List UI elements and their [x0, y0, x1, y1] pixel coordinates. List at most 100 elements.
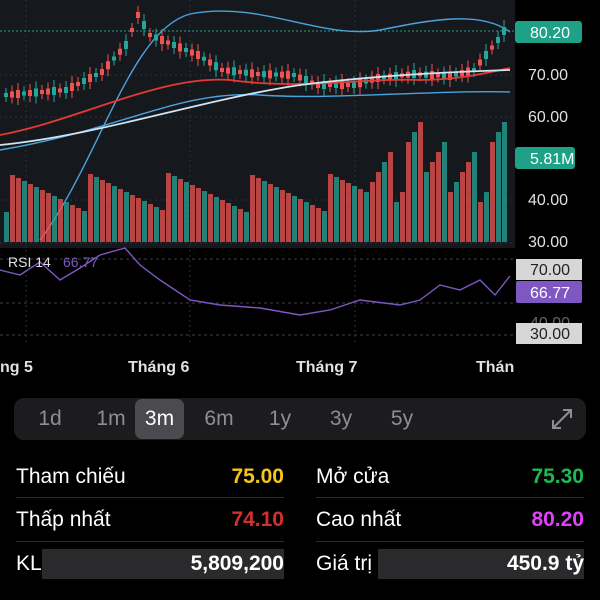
volume-bar — [10, 175, 15, 242]
candle-body — [268, 70, 272, 79]
timeframe-1d[interactable]: 1d — [28, 398, 72, 440]
volume-bar — [340, 180, 345, 242]
candle-body — [178, 43, 182, 52]
candle-body — [82, 78, 86, 84]
candle-body — [490, 45, 494, 50]
volume-bar — [442, 142, 447, 242]
stat-label: Tham chiếu — [16, 465, 126, 488]
volume-bar — [418, 122, 423, 242]
volume-bar — [64, 202, 69, 242]
candle-body — [118, 48, 122, 55]
candle-body — [214, 62, 218, 71]
timeframe-selector: 1d 1m 3m 6m 1y 3y 5y — [14, 398, 586, 440]
volume-bar — [268, 184, 273, 242]
stat-label: Mở cửa — [316, 465, 390, 488]
volume-bar — [46, 193, 51, 242]
candle-body — [40, 90, 44, 94]
volume-bar — [184, 182, 189, 242]
timeframe-1y[interactable]: 1y — [258, 398, 302, 440]
timeframe-3y[interactable]: 3y — [319, 398, 363, 440]
volume-bar — [166, 173, 171, 242]
stat-value: 75.00 — [231, 465, 284, 488]
volume-bar — [346, 183, 351, 242]
volume-bar — [106, 183, 111, 242]
volume-bar — [310, 205, 315, 242]
volume-bar — [322, 211, 327, 242]
volume-bar — [256, 178, 261, 242]
candle-body — [136, 12, 140, 18]
price-tick: 40.00 — [528, 192, 568, 209]
volume-bar — [334, 177, 339, 242]
timeframe-5y[interactable]: 5y — [380, 398, 424, 440]
candle-body — [460, 70, 464, 76]
candle-body — [94, 73, 98, 77]
stat-label: Thấp nhất — [16, 508, 111, 531]
volume-bar — [130, 195, 135, 242]
volume-bar — [250, 175, 255, 242]
candle-body — [166, 40, 170, 45]
volume-bar — [430, 162, 435, 242]
volume-bar — [292, 196, 297, 242]
candle-body — [22, 91, 26, 96]
volume-bar — [448, 192, 453, 242]
volume-bar — [40, 190, 45, 242]
volume-bar — [208, 194, 213, 242]
divider — [316, 497, 584, 498]
candle-body — [238, 70, 242, 74]
stat-value-traded: Giá trị 450.9 tỷ — [316, 544, 584, 584]
candle-body — [502, 27, 506, 35]
stat-open: Mở cửa 75.30 — [316, 457, 584, 497]
rsi-current-text: 66.77 — [530, 285, 570, 302]
volume-bar — [124, 192, 129, 242]
candle-body — [160, 36, 164, 44]
volume-bar — [52, 196, 57, 242]
stat-value: 74.10 — [231, 508, 284, 531]
volume-bar — [58, 199, 63, 242]
candle-body — [172, 42, 176, 48]
volume-bar — [472, 152, 477, 242]
expand-icon[interactable] — [550, 407, 574, 431]
volume-bar — [220, 200, 225, 242]
volume-bar — [214, 197, 219, 242]
volume-bar — [298, 199, 303, 242]
volume-bar — [148, 204, 153, 242]
candle-body — [16, 90, 20, 98]
volume-bar — [196, 188, 201, 242]
volume-bar — [244, 212, 249, 242]
stats-panel: Tham chiếu 75.00 Thấp nhất 74.10 KL 5,80… — [0, 455, 600, 600]
candle-body — [352, 82, 356, 88]
timeframe-6m[interactable]: 6m — [197, 398, 241, 440]
candle-body — [298, 74, 302, 81]
volume-bar — [436, 152, 441, 242]
stat-high: Cao nhất 80.20 — [316, 500, 584, 540]
candle-body — [280, 71, 284, 78]
volume-bar — [370, 182, 375, 242]
candle-body — [250, 69, 254, 78]
divider — [316, 541, 584, 542]
rsi-label: RSI 14 — [8, 254, 51, 270]
volume-bar — [262, 181, 267, 242]
candle-body — [28, 90, 32, 96]
volume-bar — [112, 186, 117, 242]
volume-bar — [118, 189, 123, 242]
stock-chart[interactable]: 70.00 60.00 40.00 30.00 80.20 5.81M RSI … — [0, 0, 600, 385]
candle-body — [142, 21, 146, 29]
volume-bar — [160, 210, 165, 242]
timeframe-3m[interactable]: 3m — [135, 399, 184, 439]
candle-body — [112, 56, 116, 61]
candle-body — [346, 83, 350, 87]
volume-bar — [316, 208, 321, 242]
stat-reference: Tham chiếu 75.00 — [16, 457, 284, 497]
timeframe-1m[interactable]: 1m — [89, 398, 133, 440]
divider — [16, 541, 284, 542]
month-label: Tháng 7 — [296, 359, 357, 376]
volume-bar — [16, 178, 21, 242]
volume-bar — [358, 189, 363, 242]
stat-label: Giá trị — [316, 552, 373, 575]
stat-value: 75.30 — [531, 465, 584, 488]
volume-bar — [454, 182, 459, 242]
volume-bar — [280, 190, 285, 242]
volume-bar — [364, 192, 369, 242]
volume-bar — [496, 132, 501, 242]
candle-body — [430, 71, 434, 79]
